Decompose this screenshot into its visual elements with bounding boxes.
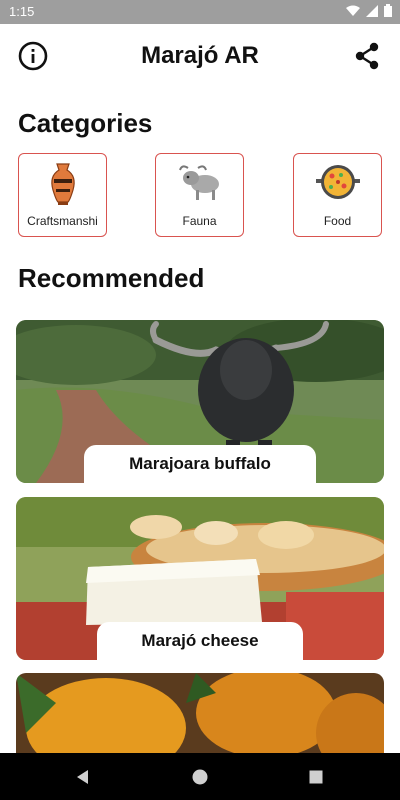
back-button[interactable] bbox=[72, 766, 94, 788]
home-icon bbox=[192, 769, 208, 785]
battery-icon bbox=[384, 4, 392, 17]
share-icon bbox=[355, 42, 379, 70]
recommended-card-cheese[interactable]: Marajó cheese bbox=[16, 497, 384, 660]
buffalo-icon bbox=[178, 165, 219, 200]
category-label: Food bbox=[323, 214, 352, 228]
home-button[interactable] bbox=[189, 766, 211, 788]
recommended-label: Marajó cheese bbox=[97, 622, 303, 660]
status-bar: 1:15 bbox=[0, 0, 400, 24]
back-icon bbox=[77, 770, 88, 784]
system-nav-bar bbox=[0, 753, 400, 800]
cellular-icon bbox=[366, 4, 378, 17]
category-label: Fauna bbox=[182, 214, 217, 228]
recommended-card-pineapple[interactable] bbox=[16, 673, 384, 763]
recommended-label: Marajoara buffalo bbox=[84, 445, 316, 483]
categories-title: Categories bbox=[18, 108, 153, 138]
status-icons bbox=[346, 4, 392, 17]
recents-button[interactable] bbox=[305, 766, 327, 788]
app-title: Marajó AR bbox=[141, 42, 259, 69]
vase-icon bbox=[50, 163, 75, 205]
category-craftsmanship[interactable]: Craftsmanshi bbox=[18, 153, 107, 237]
wifi-icon bbox=[346, 5, 360, 16]
category-label: Craftsmanshi bbox=[27, 214, 98, 228]
share-button[interactable] bbox=[351, 40, 383, 72]
paella-icon bbox=[315, 165, 360, 199]
pineapple-photo bbox=[16, 673, 384, 763]
app-bar: Marajó AR bbox=[0, 24, 400, 88]
category-food[interactable]: Food bbox=[293, 153, 382, 237]
recommended-card-buffalo[interactable]: Marajoara buffalo bbox=[16, 320, 384, 483]
category-fauna[interactable]: Fauna bbox=[155, 153, 244, 237]
recents-icon bbox=[309, 770, 323, 784]
status-time: 1:15 bbox=[9, 4, 35, 19]
recommended-title: Recommended bbox=[18, 263, 205, 293]
